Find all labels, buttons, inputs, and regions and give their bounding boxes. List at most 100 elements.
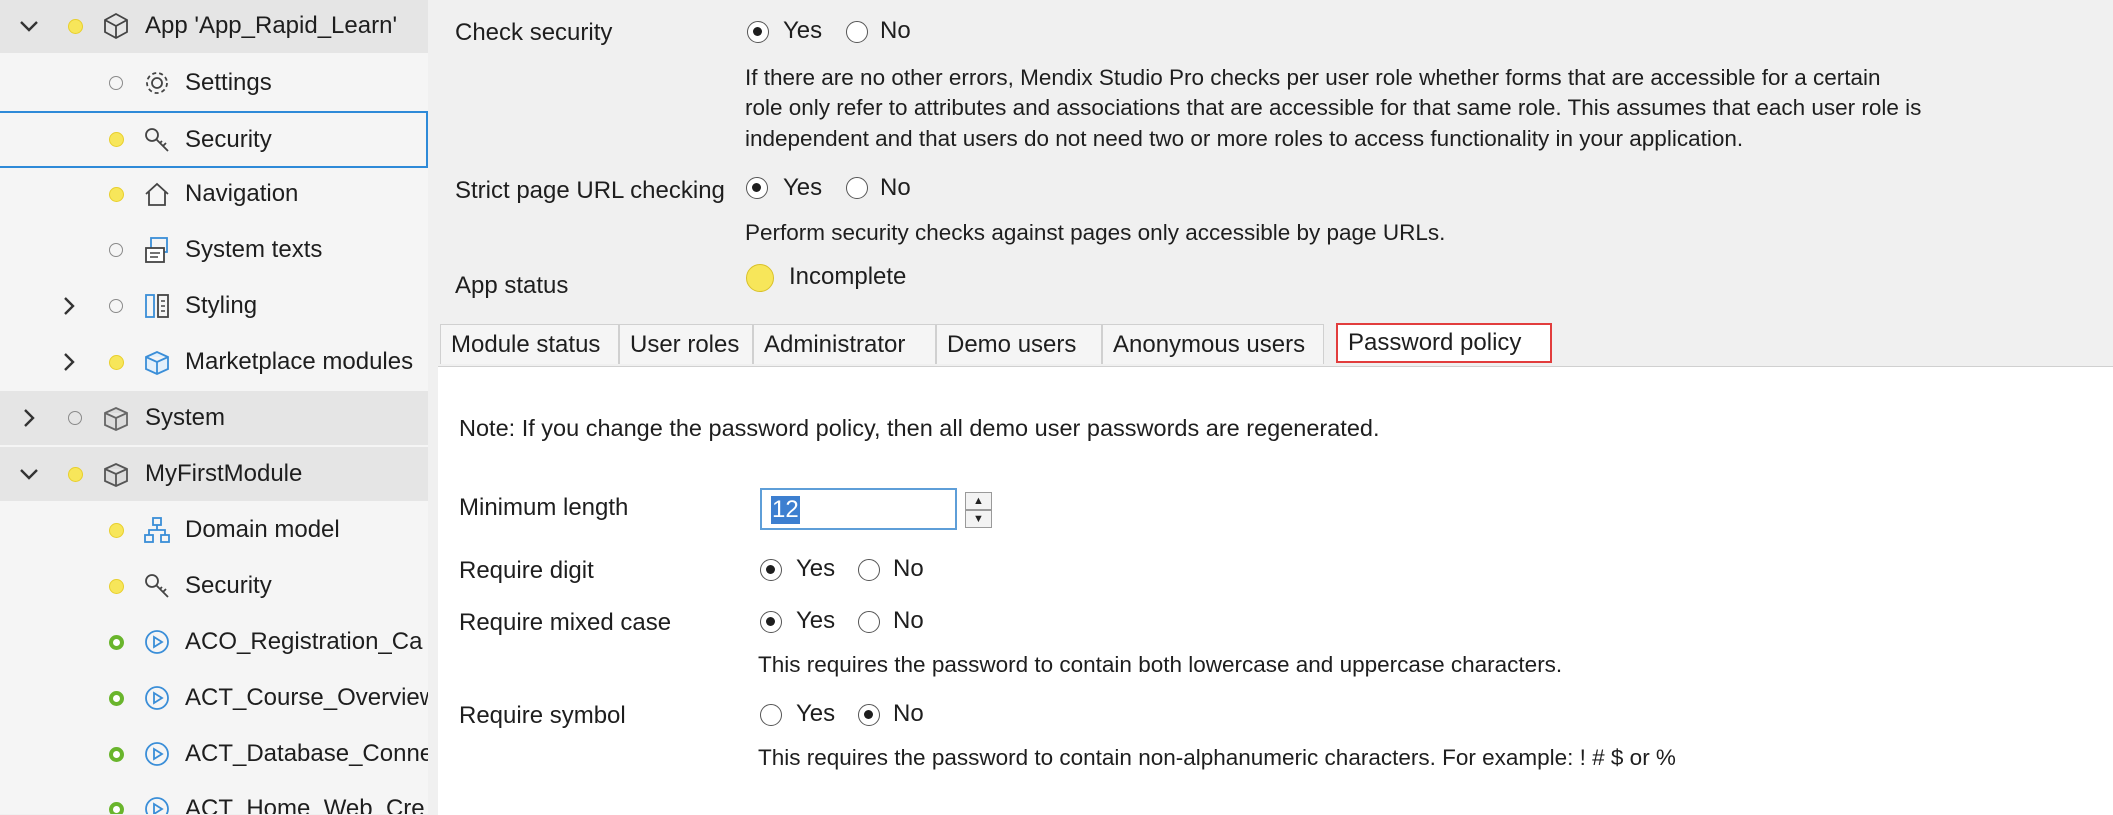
tab-label: Administrator (764, 330, 906, 358)
tree-item-label: Security (185, 125, 272, 153)
status-dot-yellow (68, 18, 83, 34)
status-dot-yellow (109, 522, 124, 538)
tab-label: User roles (630, 330, 740, 358)
status-dot-yellow (109, 354, 124, 370)
tab-user-roles[interactable]: User roles (619, 324, 753, 364)
require-symbol-no-radio[interactable] (858, 704, 880, 726)
module-box-icon (101, 459, 131, 489)
tab-module-status[interactable]: Module status (440, 324, 619, 364)
key-icon (142, 125, 172, 155)
tree-item-label: MyFirstModule (145, 460, 303, 487)
require-mixed-case-yes-label[interactable]: Yes (796, 607, 835, 635)
tree-item-navigation[interactable]: Navigation (0, 167, 428, 221)
tree-item-microflow[interactable]: ACT_Database_Conne (0, 727, 428, 781)
tree-item-microflow[interactable]: ACT_Home_Web_Cre (0, 782, 428, 814)
gear-icon (142, 68, 172, 98)
tree-item-label: ACO_Registration_Ca (185, 628, 423, 655)
text-icon (142, 235, 172, 265)
spin-down-button[interactable]: ▼ (965, 510, 992, 528)
status-dot-green (109, 634, 124, 650)
tab-label: Demo users (947, 330, 1077, 358)
domain-model-icon (142, 515, 172, 545)
strict-url-no-label[interactable]: No (880, 174, 911, 202)
app-status-value: Incomplete (789, 263, 907, 290)
tree-item-app[interactable]: App 'App_Rapid_Learn' (0, 0, 428, 53)
check-security-yes-label[interactable]: Yes (783, 17, 822, 45)
chevron-down-icon[interactable] (17, 462, 41, 486)
module-box-icon (101, 403, 131, 433)
chevron-right-icon[interactable] (57, 294, 81, 318)
require-symbol-label: Require symbol (459, 702, 626, 729)
security-tabs: Module status User roles Administrator D… (428, 322, 2113, 366)
require-symbol-yes-label[interactable]: Yes (796, 700, 835, 728)
password-policy-note: Note: If you change the password policy,… (459, 415, 1380, 441)
strict-url-yes-label[interactable]: Yes (783, 174, 822, 202)
strict-url-description: Perform security checks against pages on… (745, 220, 1446, 245)
tree-item-label: Security (185, 572, 272, 599)
status-dot-green (109, 801, 124, 814)
tree-item-label: System (145, 404, 226, 431)
tree-item-marketplace-modules[interactable]: Marketplace modules (0, 335, 428, 389)
app-security-editor: Check security Yes No If there are no ot… (428, 0, 2113, 815)
tab-demo-users[interactable]: Demo users (936, 324, 1102, 364)
strict-url-label: Strict page URL checking (455, 177, 725, 204)
play-circle-icon (142, 739, 172, 769)
chevron-right-icon[interactable] (17, 406, 41, 430)
require-symbol-no-label[interactable]: No (893, 700, 924, 728)
tree-item-label: Styling (185, 292, 258, 319)
check-security-yes-radio[interactable] (747, 21, 769, 43)
min-length-value[interactable]: 12 (771, 496, 800, 524)
require-mixed-case-label: Require mixed case (459, 609, 672, 636)
status-dot-empty (68, 411, 82, 425)
require-mixed-case-no-label[interactable]: No (893, 607, 924, 635)
require-digit-no-radio[interactable] (858, 559, 880, 581)
check-security-description: If there are no other errors, Mendix Stu… (745, 65, 1881, 90)
require-digit-yes-label[interactable]: Yes (796, 555, 835, 583)
status-dot-empty (109, 299, 123, 313)
tree-item-styling[interactable]: Styling (0, 279, 428, 333)
key-icon (142, 571, 172, 601)
strict-url-yes-radio[interactable] (746, 177, 768, 199)
tree-item-security[interactable]: Security (0, 111, 428, 168)
tab-anonymous-users[interactable]: Anonymous users (1102, 324, 1324, 364)
tree-item-label: App 'App_Rapid_Learn' (145, 12, 398, 39)
min-length-input[interactable]: 12 (760, 488, 957, 530)
tab-password-policy[interactable]: Password policy (1336, 323, 1552, 363)
tree-item-microflow[interactable]: ACT_Course_Overview (0, 671, 428, 725)
check-security-no-label[interactable]: No (880, 17, 911, 45)
status-dot-yellow (109, 132, 124, 147)
play-circle-icon (142, 627, 172, 657)
tree-item-myfirstmodule[interactable]: MyFirstModule (0, 447, 428, 501)
tab-label: Module status (451, 330, 601, 358)
tree-item-microflow[interactable]: ACO_Registration_Ca (0, 615, 428, 669)
tab-administrator[interactable]: Administrator (753, 324, 936, 364)
app-status-label: App status (455, 272, 569, 299)
require-symbol-yes-radio[interactable] (760, 704, 782, 726)
tree-item-settings[interactable]: Settings (0, 56, 428, 110)
marketplace-box-icon (142, 347, 172, 377)
spin-up-button[interactable]: ▲ (965, 492, 992, 510)
tree-item-label: System texts (185, 236, 323, 263)
tree-item-label: Settings (185, 69, 272, 96)
tree-item-label: Marketplace modules (185, 348, 414, 375)
play-circle-icon (142, 794, 172, 814)
chevron-right-icon[interactable] (57, 350, 81, 374)
require-digit-no-label[interactable]: No (893, 555, 924, 583)
tree-item-system-texts[interactable]: System texts (0, 223, 428, 277)
status-dot-empty (109, 243, 123, 257)
check-security-label: Check security (455, 19, 613, 46)
cube-icon (101, 11, 131, 41)
strict-url-no-radio[interactable] (846, 177, 868, 199)
require-digit-label: Require digit (459, 557, 594, 584)
status-dot-green (109, 690, 124, 706)
require-mixed-case-no-radio[interactable] (858, 611, 880, 633)
tree-item-label: ACT_Home_Web_Cre (185, 795, 425, 814)
check-security-no-radio[interactable] (846, 21, 868, 43)
tree-item-system[interactable]: System (0, 391, 428, 445)
tree-item-domain-model[interactable]: Domain model (0, 503, 428, 557)
tree-item-module-security[interactable]: Security (0, 559, 428, 613)
password-policy-panel: Note: If you change the password policy,… (438, 366, 2113, 815)
chevron-down-icon[interactable] (17, 14, 41, 38)
require-digit-yes-radio[interactable] (760, 559, 782, 581)
require-mixed-case-yes-radio[interactable] (760, 611, 782, 633)
